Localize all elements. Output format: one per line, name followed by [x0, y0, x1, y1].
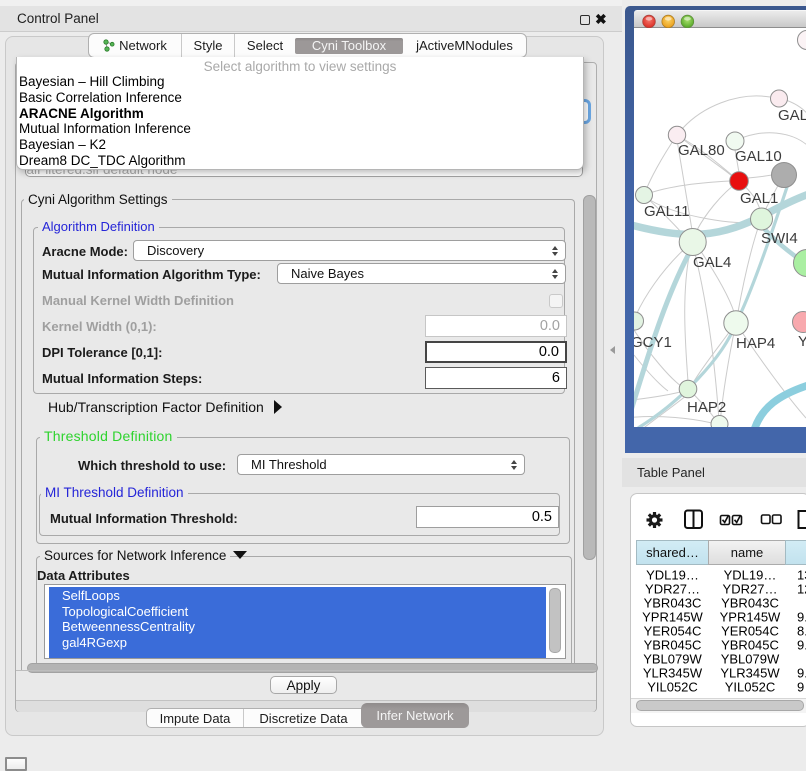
svg-text:SWI4: SWI4 [761, 230, 798, 247]
svg-text:GAL2: GAL2 [778, 107, 806, 124]
svg-text:HAP4: HAP4 [736, 335, 775, 352]
svg-text:GAL1: GAL1 [740, 190, 778, 207]
svg-text:GAL10: GAL10 [735, 148, 782, 165]
svg-text:Y: Y [798, 333, 806, 350]
svg-text:GAL11: GAL11 [644, 203, 690, 220]
svg-text:GAL4: GAL4 [693, 254, 731, 271]
svg-text:HAP2: HAP2 [687, 399, 726, 416]
svg-text:GCY1: GCY1 [634, 334, 672, 351]
svg-text:GAL80: GAL80 [678, 142, 725, 159]
